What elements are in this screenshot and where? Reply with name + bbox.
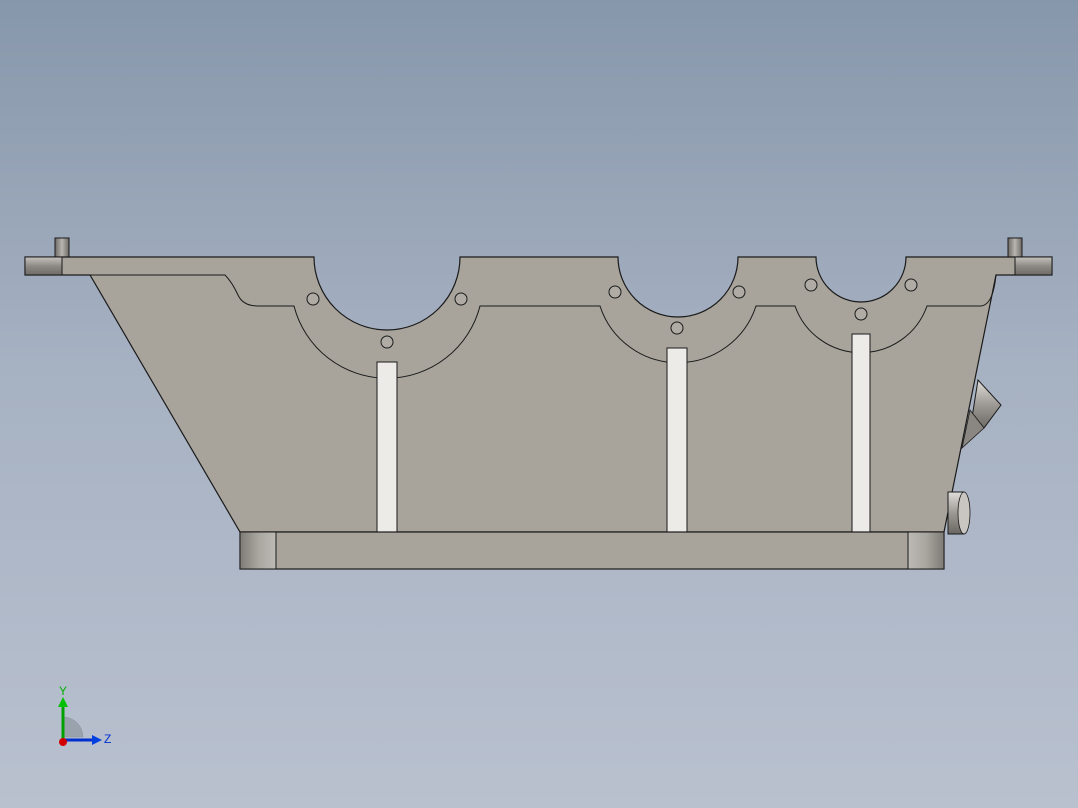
bolt-hole (804, 278, 818, 292)
z-axis-arrow (92, 735, 102, 745)
pan-main-face[interactable] (24, 256, 1053, 533)
base-pad-right (907, 531, 945, 570)
triad-plane (62, 716, 84, 738)
base-plate[interactable] (239, 531, 945, 570)
left-stud (54, 237, 70, 259)
bolt-hole (306, 292, 320, 306)
oil-pan-model[interactable] (0, 0, 1078, 808)
x-axis-dot (59, 738, 67, 746)
y-axis-arrow (58, 697, 68, 707)
base-pad-left (239, 531, 277, 570)
drain-plug (947, 491, 971, 535)
z-axis-label: Z (104, 732, 111, 746)
rib (376, 361, 398, 533)
right-flange-lug (1014, 256, 1053, 276)
bolt-hole (670, 321, 684, 335)
right-stud (1007, 237, 1023, 259)
graphics-viewport[interactable]: Y Z (0, 0, 1078, 808)
y-axis-label: Y (59, 685, 67, 698)
bolt-hole (904, 278, 918, 292)
bolt-hole (608, 285, 622, 299)
rib (851, 333, 871, 533)
left-flange-lug (24, 256, 63, 276)
bolt-hole (854, 307, 868, 321)
bolt-hole (732, 285, 746, 299)
reference-triad: Y Z (58, 685, 111, 746)
bolt-hole (380, 335, 394, 349)
rib (666, 347, 688, 533)
bolt-hole (454, 292, 468, 306)
